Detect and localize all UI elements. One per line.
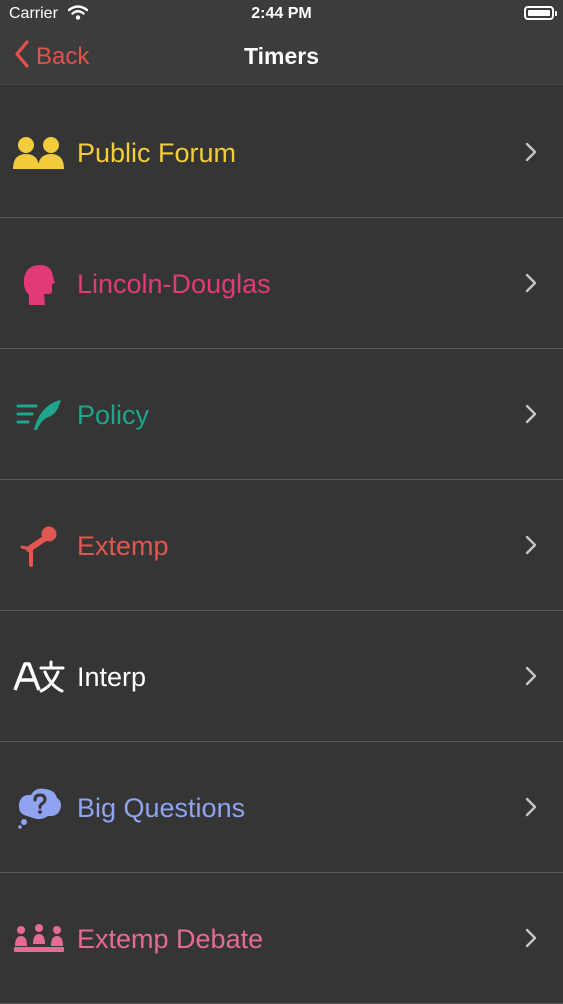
head-profile-icon xyxy=(10,260,68,308)
list-item-label: Policy xyxy=(77,400,150,430)
list-item-extemp-debate[interactable]: Extemp Debate xyxy=(0,873,563,1004)
clock: 2:44 PM xyxy=(251,5,312,22)
list-item-public-forum[interactable]: Public Forum xyxy=(0,87,563,218)
status-bar: Carrier 2:44 PM xyxy=(0,0,563,28)
microphone-stand-icon xyxy=(10,522,68,570)
navigation-bar: Back Timers xyxy=(0,28,563,87)
question-bubble-icon xyxy=(10,784,68,832)
battery-icon xyxy=(524,6,557,20)
list-item-interp[interactable]: Interp xyxy=(0,611,563,742)
chevron-right-icon xyxy=(525,666,537,691)
list-item-extemp[interactable]: Extemp xyxy=(0,480,563,611)
chevron-right-icon xyxy=(525,797,537,822)
chevron-right-icon xyxy=(525,404,537,429)
page-title: Timers xyxy=(243,43,319,69)
two-people-icon xyxy=(10,129,68,177)
list-item-policy[interactable]: Policy xyxy=(0,349,563,480)
chevron-right-icon xyxy=(525,928,537,953)
list-item-big-questions[interactable]: Big Questions xyxy=(0,742,563,873)
audience-icon xyxy=(10,915,68,963)
timer-list: Public Forum Lincoln-Douglas Policy Exte… xyxy=(0,87,563,1004)
translate-icon xyxy=(10,653,68,701)
list-item-label: Extemp Debate xyxy=(77,924,264,954)
list-item-lincoln-douglas[interactable]: Lincoln-Douglas xyxy=(0,218,563,349)
chevron-right-icon xyxy=(525,535,537,560)
list-item-label: Extemp xyxy=(77,531,169,561)
chevron-right-icon xyxy=(525,142,537,167)
quill-lines-icon xyxy=(10,391,68,439)
list-item-label: Lincoln-Douglas xyxy=(77,269,271,299)
list-item-label: Public Forum xyxy=(77,138,237,168)
list-item-label: Interp xyxy=(77,662,147,692)
chevron-right-icon xyxy=(525,273,537,298)
list-item-label: Big Questions xyxy=(77,793,246,823)
